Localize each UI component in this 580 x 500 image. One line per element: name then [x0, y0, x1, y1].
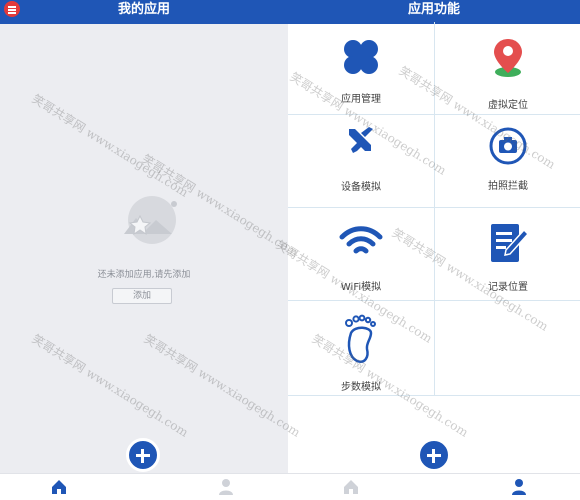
feature-step-simulation[interactable]: 步数模拟 [288, 301, 434, 396]
feature-label: 拍照拦截 [488, 181, 528, 192]
feature-photo-intercept[interactable]: 拍照拦截 [434, 115, 580, 208]
camera-icon [489, 127, 526, 165]
profile-icon[interactable] [217, 478, 235, 496]
bottom-nav [0, 473, 288, 500]
empty-state-illustration [124, 196, 177, 244]
app-features-screen: 应用功能 应用管理 虚拟定位 设备模拟 拍照拦截 WiFi模拟 记录位置 步数模… [288, 0, 580, 500]
footprint-icon [345, 314, 376, 363]
clover-icon [344, 40, 378, 74]
feature-label: 设备模拟 [341, 182, 381, 193]
tools-icon [349, 127, 373, 153]
app-screens: 我的应用 还未添加应用,请先添加 添加 应用功能 应用管理 虚拟定位 设备模拟 … [0, 0, 580, 500]
feature-label: 步数模拟 [341, 382, 381, 393]
bottom-nav [288, 473, 580, 500]
empty-state-text: 还未添加应用,请先添加 [97, 270, 191, 280]
wifi-icon [339, 226, 383, 254]
add-app-button[interactable]: 添加 [112, 288, 172, 304]
page-title: 我的应用 [117, 2, 170, 17]
feature-record-location[interactable]: 记录位置 [434, 208, 580, 301]
home-icon[interactable] [50, 478, 68, 496]
feature-device-simulation[interactable]: 设备模拟 [288, 115, 434, 208]
app-features-header: 应用功能 [288, 0, 580, 24]
profile-icon[interactable] [510, 478, 528, 496]
location-pin-icon [493, 39, 522, 77]
feature-label: WiFi模拟 [340, 282, 382, 293]
feature-label: 应用管理 [341, 94, 381, 105]
feature-wifi-simulation[interactable]: WiFi模拟 [288, 208, 434, 301]
page-title: 应用功能 [407, 2, 460, 17]
notepad-icon [490, 224, 528, 262]
home-icon[interactable] [342, 478, 360, 496]
menu-icon[interactable] [4, 1, 20, 17]
feature-label: 记录位置 [488, 282, 528, 293]
my-apps-header: 我的应用 [0, 0, 288, 24]
my-apps-screen: 我的应用 还未添加应用,请先添加 添加 [0, 0, 288, 500]
feature-empty-slot [434, 301, 580, 396]
add-fab-button[interactable] [126, 438, 160, 472]
add-fab-button[interactable] [417, 438, 451, 472]
feature-app-management[interactable]: 应用管理 [288, 22, 434, 115]
feature-virtual-location[interactable]: 虚拟定位 [434, 22, 580, 115]
feature-label: 虚拟定位 [488, 100, 528, 111]
